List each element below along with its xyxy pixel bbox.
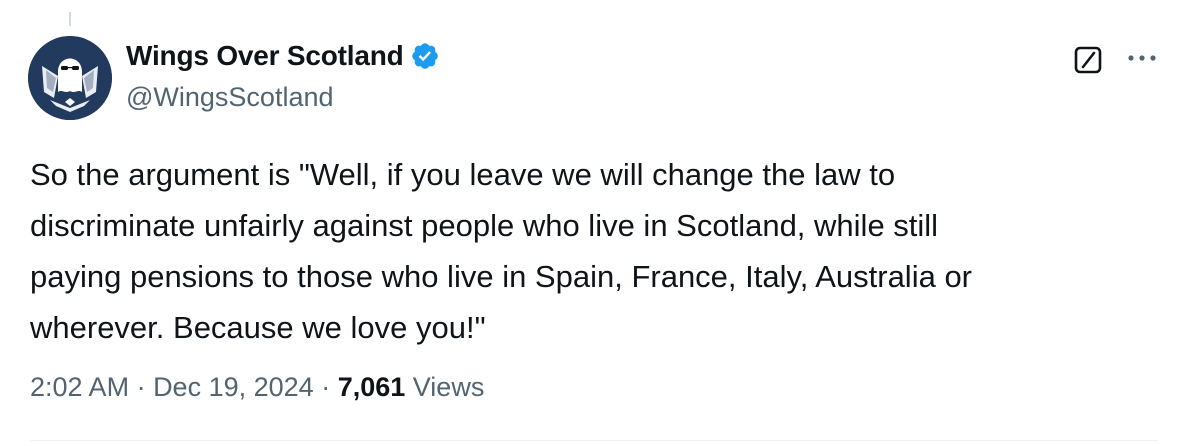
tweet-meta: 2:02 AM · Dec 19, 2024 · 7,061 Views — [30, 372, 484, 403]
views-count[interactable]: 7,061 — [338, 372, 406, 403]
meta-separator: · — [129, 372, 154, 402]
grok-icon — [1074, 46, 1102, 74]
tweet-time[interactable]: 2:02 AM — [30, 372, 129, 403]
tweet-text: So the argument is "Well, if you leave w… — [30, 157, 973, 345]
grok-button[interactable] — [1070, 42, 1106, 78]
thread-connector-line — [69, 12, 71, 26]
views-label[interactable]: Views — [413, 372, 485, 403]
author-display-name[interactable]: Wings Over Scotland — [126, 40, 404, 72]
author-name-row[interactable]: Wings Over Scotland — [126, 40, 440, 72]
verified-badge-icon[interactable] — [410, 41, 440, 71]
wings-logo-icon — [28, 36, 112, 120]
more-options-icon — [1128, 55, 1156, 61]
meta-separator: · — [313, 372, 338, 402]
author-handle[interactable]: @WingsScotland — [126, 82, 334, 113]
tweet-date[interactable]: Dec 19, 2024 — [153, 372, 314, 403]
more-options-button[interactable] — [1120, 40, 1164, 76]
divider — [30, 440, 1158, 441]
avatar[interactable] — [28, 36, 112, 120]
